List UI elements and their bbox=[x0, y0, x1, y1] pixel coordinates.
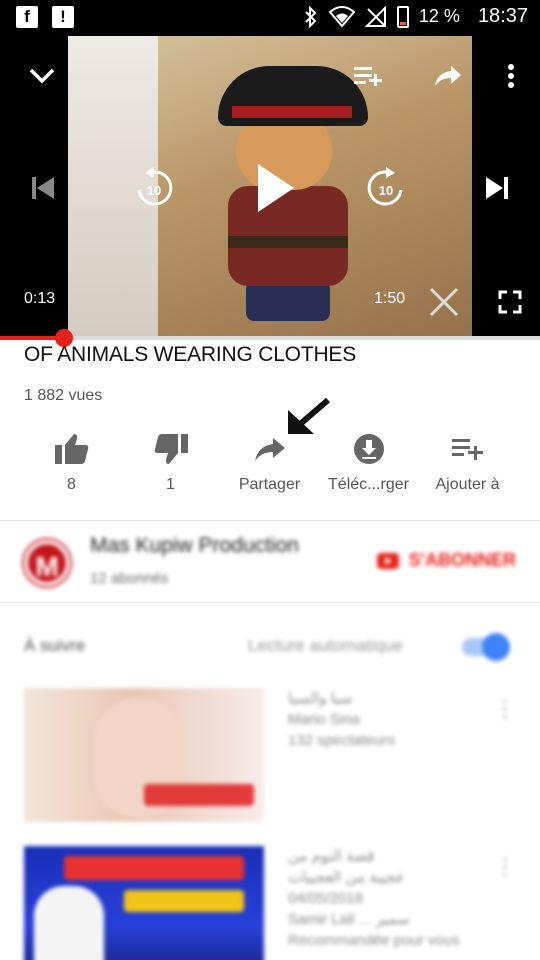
close-icon[interactable] bbox=[424, 282, 464, 322]
recommendation-title: عجيبة من العجيبات bbox=[288, 869, 405, 886]
recommendation-channel: Mario Sina bbox=[288, 711, 360, 728]
fullscreen-icon[interactable] bbox=[492, 284, 528, 320]
share-icon[interactable] bbox=[428, 58, 468, 94]
download-button[interactable]: Téléc...rger bbox=[319, 430, 418, 494]
alert-notification-icon: ! bbox=[52, 6, 74, 28]
like-count: 8 bbox=[67, 476, 76, 493]
more-vert-icon[interactable]: ⋮ bbox=[494, 854, 516, 880]
list-item[interactable]: سيا والسيا Mario Sina 132 spectateurs ⋮ bbox=[24, 688, 516, 822]
clock: 18:37 bbox=[477, 5, 528, 27]
more-vert-icon[interactable]: ⋮ bbox=[494, 696, 516, 722]
elapsed-time: 0:13 bbox=[24, 290, 56, 307]
rewind-10-icon[interactable]: 10 bbox=[130, 164, 178, 212]
more-vert-icon[interactable] bbox=[496, 58, 526, 94]
facebook-notification-icon: f bbox=[16, 6, 38, 28]
chevron-down-icon[interactable] bbox=[22, 58, 62, 94]
avatar[interactable]: M bbox=[24, 540, 70, 586]
view-count: 1 882 vues bbox=[24, 387, 103, 404]
svg-text:10: 10 bbox=[147, 183, 161, 198]
share-button[interactable]: Partager bbox=[220, 430, 319, 494]
subscriber-count: 12 abonnés bbox=[90, 570, 169, 587]
battery-percent: 12 % bbox=[418, 6, 460, 26]
add-to-playlist-icon bbox=[451, 439, 483, 460]
play-icon[interactable] bbox=[248, 162, 300, 214]
previous-icon[interactable] bbox=[22, 168, 62, 208]
up-next-label: À suivre bbox=[24, 636, 86, 655]
like-button[interactable]: 8 bbox=[22, 430, 121, 494]
add-to-button[interactable]: Ajouter à bbox=[418, 430, 517, 494]
add-to-label: Ajouter à bbox=[435, 476, 500, 493]
status-bar: f ! 12 % 18:37 bbox=[0, 0, 540, 36]
thumbs-down-icon bbox=[154, 434, 188, 464]
share-label: Partager bbox=[238, 476, 301, 493]
dislike-count: 1 bbox=[166, 476, 175, 493]
youtube-logo-icon bbox=[376, 552, 399, 569]
download-icon bbox=[353, 434, 384, 464]
autoplay-toggle[interactable] bbox=[462, 633, 510, 661]
share-icon bbox=[254, 438, 285, 461]
bluetooth-icon bbox=[305, 5, 317, 28]
recommendation-title: سيا والسيا bbox=[288, 690, 353, 707]
thumbs-up-icon bbox=[54, 434, 88, 464]
recommendation-channel: Samir Lali ... سمير bbox=[288, 911, 410, 928]
subscribe-button[interactable]: S'ABONNER bbox=[376, 550, 516, 571]
channel-name[interactable]: Mas Kupiw Production bbox=[90, 534, 299, 558]
recommendation-reason: Recommandée pour vous bbox=[288, 932, 460, 949]
video-thumbnail[interactable] bbox=[24, 846, 264, 960]
dislike-button[interactable]: 1 bbox=[121, 430, 220, 494]
battery-icon bbox=[396, 5, 409, 28]
subscribe-label: S'ABONNER bbox=[408, 550, 516, 570]
no-signal-icon bbox=[364, 5, 386, 27]
divider bbox=[0, 602, 540, 603]
duration-time: 1:50 bbox=[374, 290, 406, 307]
add-to-playlist-icon[interactable] bbox=[348, 58, 388, 94]
video-title: OF ANIMALS WEARING CLOTHES bbox=[24, 343, 357, 366]
download-label: Téléc...rger bbox=[328, 476, 409, 493]
wifi-icon bbox=[328, 5, 355, 28]
video-actions: 8 1 Partager Téléc...rger Ajouter à bbox=[22, 430, 518, 494]
seek-bar[interactable] bbox=[0, 329, 540, 347]
video-thumbnail[interactable] bbox=[24, 688, 264, 822]
recommendation-views: 132 spectateurs bbox=[288, 732, 395, 749]
svg-text:10: 10 bbox=[379, 183, 393, 198]
recommendation-date: 04/05/2018 bbox=[288, 890, 364, 907]
autoplay-label: Lecture automatique bbox=[248, 636, 403, 655]
recommendation-meta: قضة النوم من عجيبة من العجيبات 04/05/201… bbox=[288, 846, 498, 951]
forward-10-icon[interactable]: 10 bbox=[362, 164, 410, 212]
recommendation-meta: سيا والسيا Mario Sina 132 spectateurs bbox=[288, 688, 498, 751]
video-player[interactable]: 10 10 0:13 1:50 bbox=[0, 36, 540, 338]
recommendation-title: قضة النوم من bbox=[288, 848, 375, 865]
divider bbox=[0, 520, 540, 521]
channel-row[interactable]: M Mas Kupiw Production 12 abonnés S'ABON… bbox=[0, 522, 540, 602]
list-item[interactable]: قضة النوم من عجيبة من العجيبات 04/05/201… bbox=[24, 846, 516, 960]
next-icon[interactable] bbox=[478, 168, 518, 208]
